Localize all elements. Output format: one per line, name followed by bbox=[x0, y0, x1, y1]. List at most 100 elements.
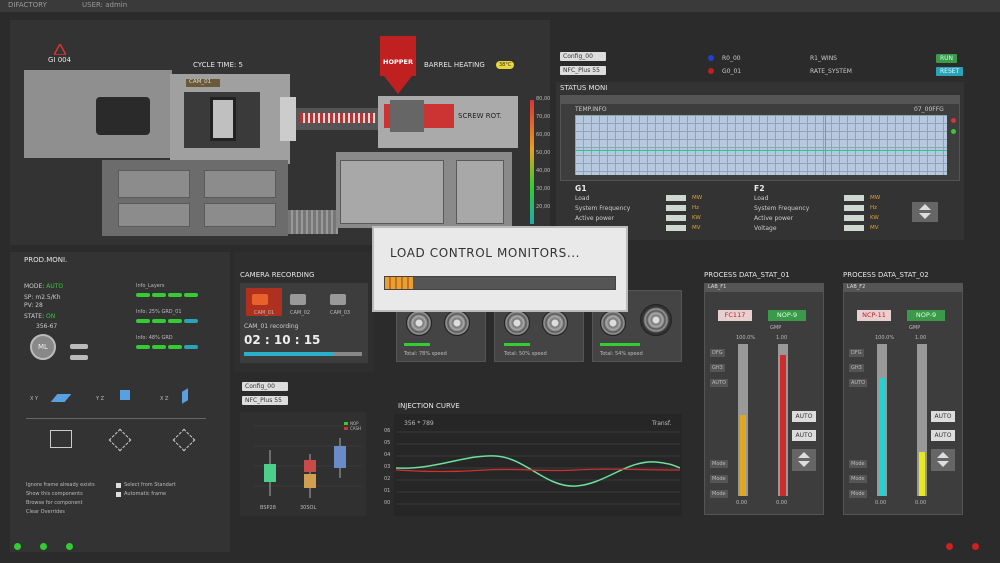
f2-value-box[interactable] bbox=[844, 215, 864, 221]
chevron-down-icon[interactable] bbox=[919, 213, 931, 219]
toggle-1[interactable] bbox=[70, 344, 88, 349]
chevron-up-icon[interactable] bbox=[937, 452, 949, 458]
config-select[interactable]: Config_00 bbox=[560, 52, 606, 61]
fan-icon bbox=[504, 310, 530, 336]
stat2-pct: 100.0% bbox=[875, 335, 895, 341]
stat2-side-btn[interactable]: GH3 bbox=[849, 364, 864, 372]
f2-title: F2 bbox=[754, 184, 765, 193]
chevron-up-icon[interactable] bbox=[919, 204, 931, 210]
plane-yz-icon[interactable] bbox=[120, 390, 130, 400]
status-indicator bbox=[66, 543, 73, 550]
boxplot-xlabel: 30SOL bbox=[300, 505, 317, 511]
stat2-side-btn[interactable]: AUTO bbox=[849, 379, 868, 387]
stat2-gauge-2 bbox=[917, 344, 927, 496]
hopper-funnel bbox=[384, 76, 412, 94]
fan-status-bar bbox=[404, 343, 430, 346]
option-item[interactable]: Clear Overrides bbox=[26, 509, 65, 515]
stat1-auto-button[interactable]: AUTO bbox=[792, 411, 816, 422]
g1-value-box[interactable] bbox=[666, 215, 686, 221]
g0-indicator bbox=[708, 68, 714, 74]
fan-icon bbox=[600, 310, 626, 336]
nfc-field[interactable]: NFC_Plus 55 bbox=[560, 66, 606, 75]
f2-value-box[interactable] bbox=[844, 205, 864, 211]
mode-label: MODE: AUTO bbox=[24, 283, 64, 290]
screw-rot-label: SCREW ROT. bbox=[458, 112, 502, 120]
temp-window-header bbox=[561, 96, 959, 104]
toggle-2[interactable] bbox=[70, 355, 88, 360]
barrel-heating-label: BARREL HEATING bbox=[424, 61, 485, 69]
chevron-up-icon[interactable] bbox=[798, 452, 810, 458]
g1-row-label: System Frequency bbox=[575, 205, 631, 212]
stat2-mode-btn[interactable]: Mode bbox=[849, 460, 867, 468]
temp-cursor bbox=[825, 115, 826, 175]
frame-icon[interactable] bbox=[50, 430, 72, 448]
chevron-down-icon[interactable] bbox=[798, 461, 810, 467]
f2-stepper[interactable] bbox=[912, 202, 938, 222]
option-item[interactable]: Automatic frame bbox=[124, 491, 166, 497]
g1-value-box[interactable] bbox=[666, 195, 686, 201]
axis-label-yz: Y Z bbox=[96, 396, 105, 402]
axis-label-xz: X Z bbox=[160, 396, 169, 402]
user-label: USER: admin bbox=[82, 1, 128, 9]
f2-row-label: Voltage bbox=[754, 225, 777, 232]
stat2-auto-button[interactable]: AUTO bbox=[931, 411, 955, 422]
legend-item: CASH bbox=[350, 426, 362, 431]
barrel-temp-badge: 38°C bbox=[496, 61, 515, 69]
stat1-stepper[interactable] bbox=[792, 449, 816, 471]
fan-label: Total: 54% speed bbox=[600, 351, 643, 357]
chevron-down-icon[interactable] bbox=[937, 461, 949, 467]
sp-label: SP: m2.5/Kh bbox=[24, 294, 61, 301]
injection-chart bbox=[396, 431, 680, 505]
clamp-window bbox=[96, 97, 150, 135]
stat2-mode-btn[interactable]: Mode bbox=[849, 490, 867, 498]
axis-label-xy: X Y bbox=[30, 396, 39, 402]
stat1-tag-2: NOP-9 bbox=[768, 310, 806, 321]
fan-icon bbox=[640, 304, 672, 336]
stat1-side-btn[interactable]: DFG bbox=[710, 349, 725, 357]
boxplot-xlabel: BSP28 bbox=[260, 505, 276, 511]
stat2-title: PROCESS DATA_STAT_02 bbox=[843, 271, 929, 279]
stat2-auto-button[interactable]: AUTO bbox=[931, 430, 955, 441]
box bbox=[334, 446, 346, 468]
f2-value-box[interactable] bbox=[844, 225, 864, 231]
f2-value-box[interactable] bbox=[844, 195, 864, 201]
r0-indicator bbox=[708, 55, 714, 61]
video-camera-icon[interactable] bbox=[290, 294, 306, 305]
g1-value-box[interactable] bbox=[666, 225, 686, 231]
g1-unit: KW bbox=[692, 215, 701, 221]
video-camera-icon[interactable] bbox=[330, 294, 346, 305]
checkbox[interactable] bbox=[116, 492, 121, 497]
hydraulic-door-2 bbox=[456, 160, 504, 224]
box bbox=[304, 474, 316, 488]
reset-button[interactable]: RESET bbox=[936, 67, 964, 76]
g1-value-box[interactable] bbox=[666, 205, 686, 211]
checkbox[interactable] bbox=[116, 483, 121, 488]
stat1-side-btn[interactable]: AUTO bbox=[710, 379, 729, 387]
stat1-mode-btn[interactable]: Mode bbox=[710, 475, 728, 483]
recording-progress-track bbox=[244, 352, 362, 356]
g1-row-label: Load bbox=[575, 195, 590, 202]
loading-progress-track bbox=[384, 276, 616, 290]
avatar[interactable]: ML bbox=[30, 334, 56, 360]
stat1-mode-btn[interactable]: Mode bbox=[710, 460, 728, 468]
stat2-zero: 0.00 bbox=[915, 500, 927, 506]
run-button[interactable]: RUN bbox=[936, 54, 958, 63]
option-item[interactable]: Select from Standart bbox=[124, 482, 176, 488]
stat1-tag-1: FC117 bbox=[718, 310, 752, 321]
option-item[interactable]: Browse for component bbox=[26, 500, 83, 506]
stat1-mode-btn[interactable]: Mode bbox=[710, 490, 728, 498]
stat1-auto-button[interactable]: AUTO bbox=[792, 430, 816, 441]
stat2-side-btn[interactable]: DFG bbox=[849, 349, 864, 357]
layer-pill bbox=[152, 293, 166, 297]
option-item[interactable]: Show this components bbox=[26, 491, 83, 497]
stat2-mode-btn[interactable]: Mode bbox=[849, 475, 867, 483]
stat2-stepper[interactable] bbox=[931, 449, 955, 471]
nfc-field-2[interactable]: NFC_Plus 55 bbox=[242, 396, 288, 405]
recording-label: CAM_01 recording bbox=[244, 323, 299, 330]
option-item[interactable]: Ignore frame already exists bbox=[26, 482, 95, 488]
f2-unit: KW bbox=[870, 215, 879, 221]
config-select-2[interactable]: Config_00 bbox=[242, 382, 288, 391]
stat1-gauge-fill-2 bbox=[780, 355, 786, 496]
stat1-side-btn[interactable]: GH3 bbox=[710, 364, 725, 372]
f2-row-label: Active power bbox=[754, 215, 794, 222]
